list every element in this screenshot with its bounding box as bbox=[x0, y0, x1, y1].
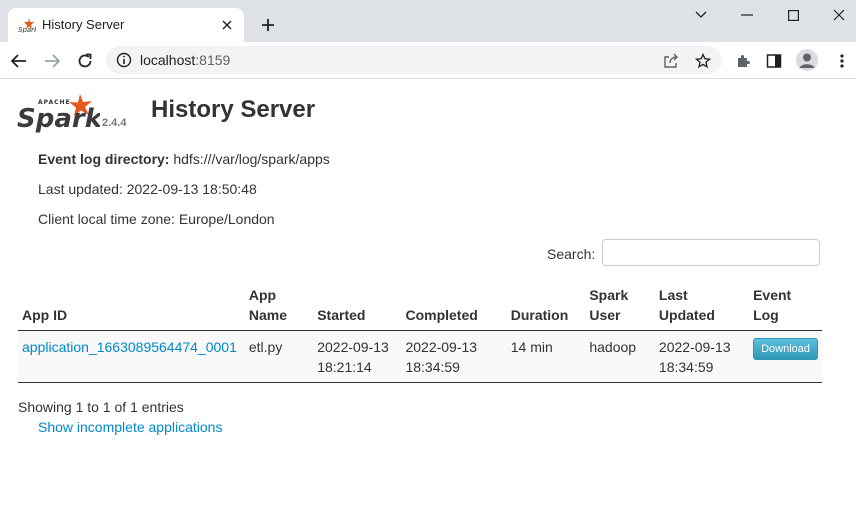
browser-toolbar: localhost:8159 bbox=[0, 42, 856, 79]
app-id-link[interactable]: application_1663089564474_0001 bbox=[22, 339, 237, 355]
forward-arrow-icon[interactable] bbox=[41, 50, 63, 72]
col-app-name[interactable]: App Name bbox=[244, 281, 314, 331]
spark-favicon-icon: Spark bbox=[18, 18, 36, 33]
site-info-icon[interactable] bbox=[116, 52, 132, 68]
col-app-id[interactable]: App ID bbox=[18, 281, 245, 331]
col-started[interactable]: Started bbox=[313, 281, 402, 331]
col-completed[interactable]: Completed bbox=[401, 281, 507, 331]
col-event-log[interactable]: Event Log bbox=[749, 281, 822, 331]
browser-tabstrip: Spark History Server bbox=[0, 0, 856, 42]
bookmark-star-icon[interactable] bbox=[694, 52, 712, 70]
event-log-directory: Event log directory: hdfs:///var/log/spa… bbox=[38, 151, 330, 167]
download-button[interactable]: Download bbox=[753, 338, 818, 360]
col-spark-user[interactable]: Spark User bbox=[585, 281, 655, 331]
tab-title: History Server bbox=[42, 17, 125, 32]
table-row: application_1663089564474_0001 etl.py 20… bbox=[18, 330, 822, 383]
new-tab-icon[interactable] bbox=[258, 15, 278, 35]
cell-last-updated: 2022-09-13 18:34:59 bbox=[654, 330, 750, 383]
page-title: History Server bbox=[151, 96, 316, 123]
client-timezone: Client local time zone: Europe/London bbox=[38, 211, 275, 227]
address-bar[interactable]: localhost:8159 bbox=[106, 46, 722, 74]
search-input[interactable] bbox=[602, 239, 820, 266]
event-log-value: hdfs:///var/log/spark/apps bbox=[173, 151, 330, 167]
cell-event-log: Download bbox=[749, 330, 822, 383]
reload-icon[interactable] bbox=[74, 50, 96, 72]
cell-app-name: etl.py bbox=[244, 330, 314, 383]
chevron-down-icon[interactable] bbox=[689, 6, 713, 24]
col-duration[interactable]: Duration bbox=[506, 281, 586, 331]
applications-table: App ID App Name Started Completed Duratio… bbox=[18, 281, 822, 383]
url-host: localhost bbox=[140, 52, 196, 68]
browser-tab[interactable]: Spark History Server bbox=[8, 8, 244, 42]
entries-info: Showing 1 to 1 of 1 entries bbox=[18, 399, 184, 415]
spark-version: 2.4.4 bbox=[102, 117, 127, 129]
event-log-label: Event log directory: bbox=[38, 151, 170, 167]
search-label: Search: bbox=[547, 246, 596, 262]
close-window-icon[interactable] bbox=[827, 6, 851, 24]
profile-avatar[interactable] bbox=[796, 49, 818, 71]
extensions-puzzle-icon[interactable] bbox=[733, 51, 753, 71]
url-text: localhost:8159 bbox=[140, 52, 230, 68]
col-last-updated[interactable]: Last Updated bbox=[654, 281, 750, 331]
side-panel-icon[interactable] bbox=[764, 51, 784, 71]
more-menu-icon[interactable] bbox=[832, 51, 852, 71]
spark-logo: APACHE Spark bbox=[17, 94, 100, 133]
show-incomplete-link[interactable]: Show incomplete applications bbox=[38, 419, 222, 435]
last-updated: Last updated: 2022-09-13 18:50:48 bbox=[38, 181, 257, 197]
tab-close-icon[interactable] bbox=[218, 16, 236, 34]
cell-completed: 2022-09-13 18:34:59 bbox=[401, 330, 507, 383]
maximize-icon[interactable] bbox=[781, 6, 805, 24]
svg-text:Spark: Spark bbox=[18, 26, 36, 33]
url-port: :8159 bbox=[195, 52, 231, 68]
share-icon[interactable] bbox=[662, 52, 680, 70]
minimize-icon[interactable] bbox=[735, 6, 759, 24]
cell-app-id: application_1663089564474_0001 bbox=[18, 330, 245, 383]
cell-started: 2022-09-13 18:21:14 bbox=[313, 330, 402, 383]
back-arrow-icon[interactable] bbox=[8, 50, 30, 72]
cell-duration: 14 min bbox=[506, 330, 586, 383]
table-header-row: App ID App Name Started Completed Duratio… bbox=[18, 281, 822, 331]
svg-text:Spark: Spark bbox=[17, 104, 100, 133]
page-content: APACHE Spark 2.4.4 History Server Event … bbox=[0, 79, 856, 512]
cell-spark-user: hadoop bbox=[585, 330, 655, 383]
